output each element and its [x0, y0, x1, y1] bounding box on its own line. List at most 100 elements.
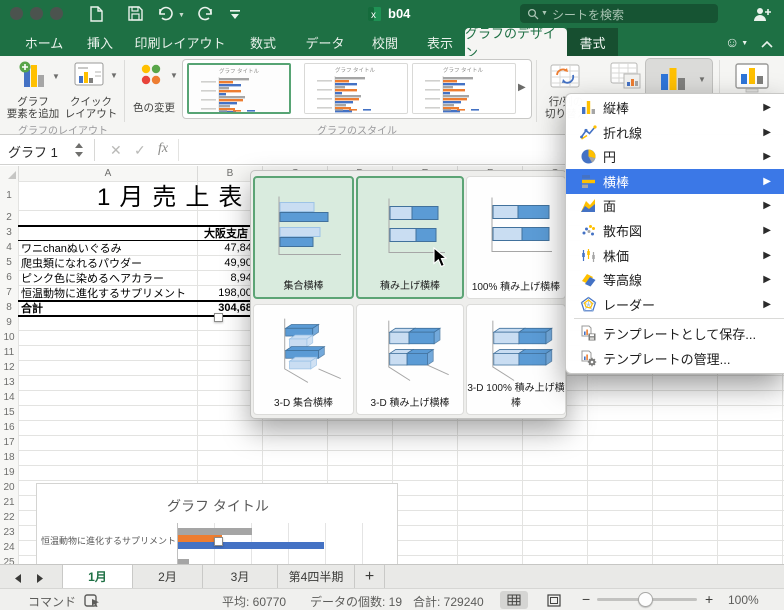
row-header-7[interactable]: 7	[0, 285, 18, 300]
menu-item-面[interactable]: 面 ▶	[566, 193, 784, 218]
confirm-entry-icon[interactable]: ✓	[134, 142, 146, 159]
chart-title[interactable]: グラフ タイトル	[37, 496, 399, 516]
cell-a5-label[interactable]: 爬虫類になれるパウダー	[21, 255, 142, 270]
minimize-window-button[interactable]	[30, 7, 43, 20]
name-box[interactable]: グラフ 1	[8, 142, 58, 161]
cell-a8-total-label[interactable]: 合計	[21, 300, 43, 315]
row-header-21[interactable]: 21	[0, 495, 18, 510]
row-header-18[interactable]: 18	[0, 450, 18, 465]
cell-b8-total-value[interactable]: 304,680	[197, 300, 258, 315]
cell-b4-value[interactable]: 47,840	[197, 240, 258, 255]
embedded-chart[interactable]: グラフ タイトル 恒温動物に進化するサプリメントピンク色に染めるヘアカラー爬虫類…	[36, 483, 398, 564]
ribbon-tab-6[interactable]: 校閲	[362, 28, 408, 56]
cell-a1-title[interactable]: 1月売上表	[97, 179, 251, 211]
cell-a7-label[interactable]: 恒温動物に進化するサプリメント	[21, 285, 186, 300]
ribbon-tab-7[interactable]: 表示	[416, 28, 464, 56]
menu-item-レーダー[interactable]: レーダー ▶	[566, 292, 784, 317]
row-header-5[interactable]: 5	[0, 255, 18, 270]
row-header-20[interactable]: 20	[0, 480, 18, 495]
cell-b5-value[interactable]: 49,900	[197, 255, 258, 270]
chart-style-thumbnail-1[interactable]: グラフ タイトル	[187, 63, 291, 114]
add-contact-icon[interactable]	[752, 6, 772, 27]
chart-bar[interactable]	[178, 542, 325, 550]
row-header-19[interactable]: 19	[0, 465, 18, 480]
chart-subtype-tile-stacked[interactable]: 積み上げ横棒	[356, 176, 464, 299]
chart-style-thumbnail-3[interactable]: グラフ タイトル	[412, 63, 516, 114]
menu-item-円[interactable]: 円 ▶	[566, 144, 784, 169]
chart-resize-handle-bottom[interactable]	[214, 537, 223, 546]
add-chart-element-button[interactable]: ▼ グラフ 要素を追加	[6, 58, 60, 122]
row-header-1[interactable]: 1	[0, 181, 18, 210]
undo-dropdown-caret[interactable]: ▼	[178, 12, 185, 19]
menu-item-等高線[interactable]: 等高線 ▶	[566, 267, 784, 292]
row-header-13[interactable]: 13	[0, 375, 18, 390]
name-box-stepper[interactable]	[74, 141, 84, 164]
menu-item-散布図[interactable]: 散布図 ▶	[566, 218, 784, 243]
sheet-tab-3月[interactable]: 3月	[203, 565, 278, 588]
chart-subtype-tile-clustered3d[interactable]: 3-D 集合横棒	[253, 304, 354, 415]
cell-a6-label[interactable]: ピンク色に染めるヘアカラー	[21, 270, 164, 285]
add-sheet-button[interactable]: +	[355, 565, 385, 588]
row-header-16[interactable]: 16	[0, 420, 18, 435]
cell-b6-value[interactable]: 8,940	[197, 270, 258, 285]
row-header-14[interactable]: 14	[0, 390, 18, 405]
sheet-tab-2月[interactable]: 2月	[133, 565, 203, 588]
cancel-entry-icon[interactable]: ✕	[110, 142, 122, 159]
ribbon-tab-3[interactable]: 印刷レイアウト	[130, 28, 230, 56]
change-chart-type-button[interactable]: ▼	[645, 58, 713, 98]
undo-icon[interactable]	[157, 5, 175, 27]
row-header-23[interactable]: 23	[0, 525, 18, 540]
chart-subtype-tile-stacked3d[interactable]: 3-D 積み上げ横棒	[356, 304, 464, 415]
search-scope-caret[interactable]: ▼	[541, 10, 548, 17]
toolbar-options-icon[interactable]	[228, 8, 242, 26]
chart-subtype-tile-stacked100[interactable]: 100% 積み上げ横棒	[466, 176, 566, 299]
zoom-in-icon[interactable]: +	[705, 591, 713, 607]
ribbon-tab-4[interactable]: 数式	[238, 28, 288, 56]
ribbon-tab-9[interactable]: 書式	[567, 28, 618, 56]
ribbon-tab-8[interactable]: グラフのデザイン	[465, 26, 567, 60]
sheet-tab-1月[interactable]: 1月	[62, 565, 133, 588]
search-input[interactable]: ▼ シートを検索	[520, 4, 718, 23]
menu-item-manage-templates[interactable]: テンプレートの管理...	[566, 346, 784, 371]
row-header-17[interactable]: 17	[0, 435, 18, 450]
row-header-22[interactable]: 22	[0, 510, 18, 525]
cell-b7-value[interactable]: 198,000	[197, 285, 258, 300]
quick-layout-button[interactable]: ▼ クイック レイアウト	[62, 58, 120, 122]
chart-style-thumbnail-2[interactable]: グラフ タイトル	[304, 63, 408, 114]
zoom-slider-knob[interactable]	[638, 592, 653, 607]
save-icon[interactable]	[128, 6, 143, 26]
row-header-25[interactable]: 25	[0, 555, 18, 564]
ribbon-tab-1[interactable]: ホーム	[20, 28, 68, 56]
chart-subtype-tile-stacked100_3d[interactable]: 3-D 100% 積み上げ横棒	[466, 304, 566, 415]
cell-a4-label[interactable]: ワニchanぬいぐるみ	[21, 240, 122, 255]
new-document-icon[interactable]	[90, 6, 103, 27]
row-header-9[interactable]: 9	[0, 315, 18, 330]
menu-item-横棒[interactable]: 横棒 ▶	[566, 168, 784, 194]
chart-resize-handle-top[interactable]	[214, 313, 223, 322]
menu-item-株価[interactable]: 株価 ▶	[566, 243, 784, 268]
normal-view-button[interactable]	[500, 591, 528, 609]
cell-b3-header[interactable]: 大阪支店	[197, 225, 255, 240]
zoom-out-icon[interactable]: −	[582, 591, 590, 607]
row-header-2[interactable]: 2	[0, 210, 18, 225]
row-header-10[interactable]: 10	[0, 330, 18, 345]
row-header-4[interactable]: 4	[0, 240, 18, 255]
close-window-button[interactable]	[10, 7, 23, 20]
collapse-ribbon-icon[interactable]	[760, 36, 774, 54]
row-header-3[interactable]: 3	[0, 225, 18, 240]
prev-sheet-icon[interactable]	[12, 571, 24, 589]
row-header-11[interactable]: 11	[0, 345, 18, 360]
insert-function-icon[interactable]: fx	[158, 141, 168, 157]
row-header-12[interactable]: 12	[0, 360, 18, 375]
page-layout-view-button[interactable]	[540, 591, 568, 609]
row-header-6[interactable]: 6	[0, 270, 18, 285]
change-colors-button[interactable]: ▼ 色の変更	[128, 58, 180, 122]
chart-bar[interactable]	[178, 528, 252, 536]
row-header-15[interactable]: 15	[0, 405, 18, 420]
select-all-corner[interactable]	[0, 166, 18, 181]
ribbon-tab-5[interactable]: データ	[296, 28, 354, 56]
menu-item-折れ線[interactable]: 折れ線 ▶	[566, 120, 784, 145]
menu-item-縦棒[interactable]: 縦棒 ▶	[566, 95, 784, 120]
next-sheet-icon[interactable]	[34, 571, 46, 589]
redo-icon[interactable]	[196, 5, 214, 27]
